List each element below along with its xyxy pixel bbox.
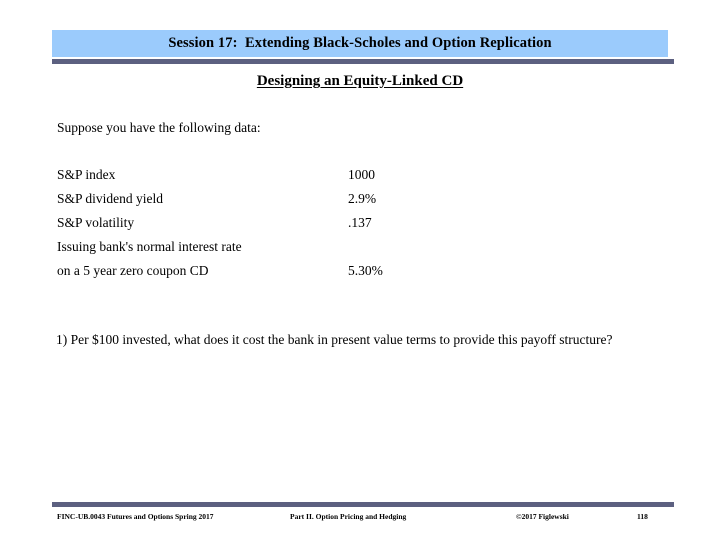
data-row-label: Issuing bank's normal interest rate [57, 239, 242, 254]
data-row-value: 1000 [348, 167, 375, 182]
slide-subtitle: Designing an Equity-Linked CD [256, 73, 464, 89]
data-row-value: 5.30% [348, 263, 383, 278]
slide-footer: FINC-UB.0043 Futures and Options Spring … [52, 512, 674, 526]
data-row-value: 2.9% [348, 191, 377, 206]
question-text: 1) Per $100 invested, what does it cost … [56, 332, 613, 347]
data-row: S&P volatility .137 [57, 215, 477, 239]
footer-section-label: Part II. Option Pricing and Hedging [290, 512, 407, 521]
footer-copyright-label: ©2017 Figlewski [516, 512, 569, 521]
footer-page-number: 118 [637, 512, 648, 521]
title-divider-rule [52, 59, 674, 64]
data-row: Issuing bank's normal interest rate [57, 239, 477, 263]
footer-divider-rule [52, 502, 674, 507]
footer-course-label: FINC-UB.0043 Futures and Options Spring … [57, 512, 214, 521]
data-row: on a 5 year zero coupon CD 5.30% [57, 263, 477, 287]
data-assumptions-list: S&P index 1000 S&P dividend yield 2.9% S… [57, 167, 477, 287]
data-row-label: S&P volatility [57, 215, 135, 230]
data-row-label: on a 5 year zero coupon CD [57, 263, 209, 278]
data-row-value: .137 [348, 215, 372, 230]
subtitle-container: Designing an Equity-Linked CD [0, 72, 720, 90]
title-banner: Session 17: Extending Black-Scholes and … [52, 30, 668, 57]
data-row-label: S&P index [57, 167, 116, 182]
data-row: S&P index 1000 [57, 167, 477, 191]
data-row: S&P dividend yield 2.9% [57, 191, 477, 215]
intro-text: Suppose you have the following data: [57, 120, 261, 135]
slide-title: Session 17: Extending Black-Scholes and … [168, 35, 552, 52]
slide-canvas: Session 17: Extending Black-Scholes and … [0, 0, 720, 540]
data-row-label: S&P dividend yield [57, 191, 164, 206]
